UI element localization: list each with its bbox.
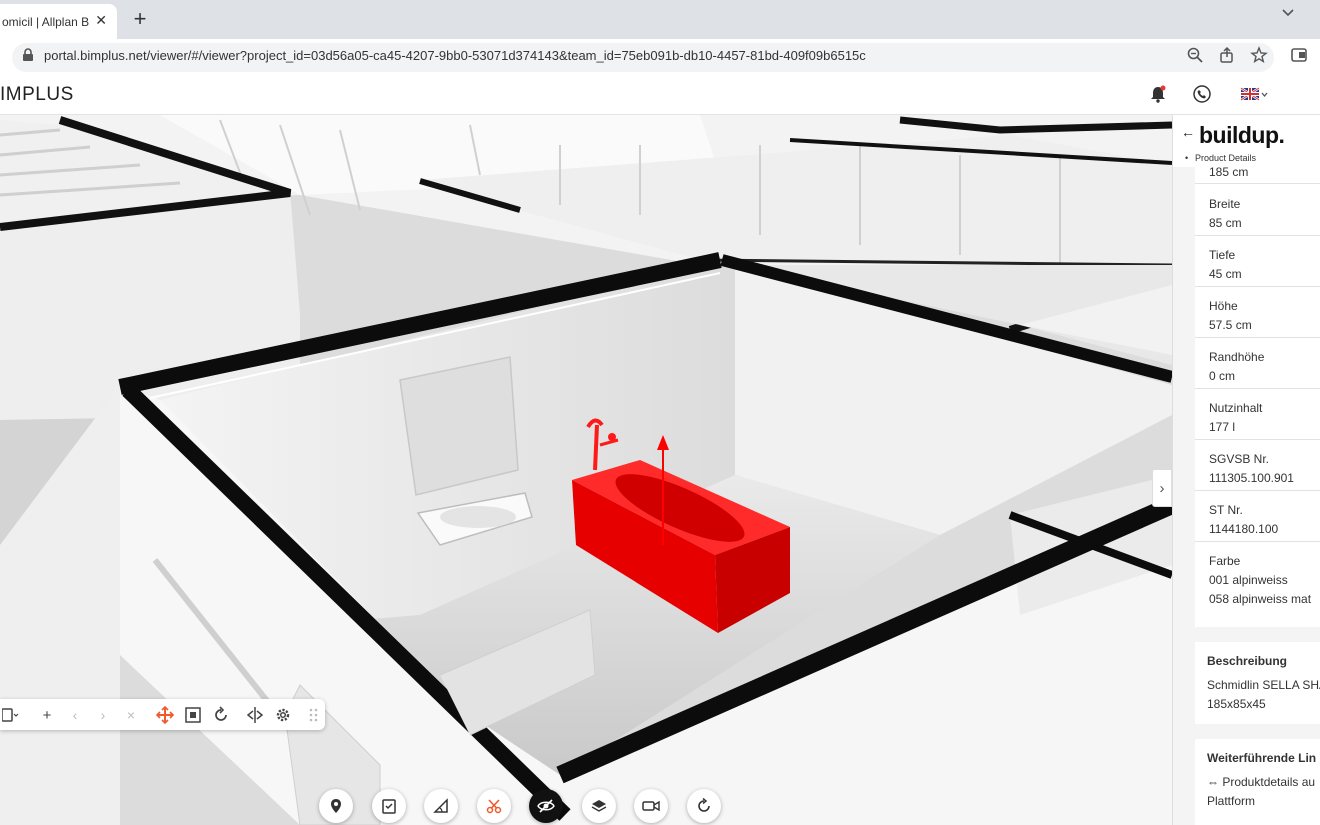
attribute-value-secondary: 058 alpinweiss mat bbox=[1209, 592, 1312, 606]
product-details-panel: 185 cm Breite 85 cm Tiefe 45 cm Höhe 57.… bbox=[1172, 115, 1320, 825]
attribute-value: 57.5 cm bbox=[1209, 318, 1252, 332]
attribute-label: SGVSB Nr. bbox=[1209, 452, 1270, 466]
app-header bbox=[0, 74, 1320, 115]
language-flag-icon[interactable] bbox=[1240, 84, 1268, 104]
browser-tab[interactable]: omicil | Allplan B ✕ bbox=[0, 4, 117, 39]
links-heading: Weiterführende Lin bbox=[1207, 751, 1317, 765]
add-button[interactable]: + bbox=[38, 706, 56, 724]
section-cut-button[interactable] bbox=[477, 789, 511, 823]
panel-collapse-button[interactable]: › bbox=[1152, 469, 1172, 507]
star-icon[interactable] bbox=[1250, 46, 1268, 64]
drag-handle-icon[interactable] bbox=[305, 706, 323, 724]
attribute-row: Höhe 57.5 cm bbox=[1195, 287, 1320, 338]
attribute-label: ST Nr. bbox=[1209, 503, 1243, 517]
description-heading: Beschreibung bbox=[1207, 654, 1288, 668]
clipboard-icon bbox=[382, 799, 396, 814]
attribute-value: 85 cm bbox=[1209, 216, 1242, 230]
attribute-value: 001 alpinweiss bbox=[1209, 573, 1288, 587]
attribute-row: Tiefe 45 cm bbox=[1195, 236, 1320, 287]
chevron-down-icon[interactable] bbox=[1280, 4, 1296, 20]
new-tab-button[interactable]: + bbox=[130, 6, 150, 32]
attribute-label: Farbe bbox=[1209, 554, 1241, 568]
attribute-row: Randhöhe 0 cm bbox=[1195, 338, 1320, 389]
attribute-value: 177 l bbox=[1209, 420, 1236, 434]
attribute-label: Höhe bbox=[1209, 299, 1238, 313]
measure-button[interactable] bbox=[424, 789, 458, 823]
brand-logo: buildup. bbox=[1199, 122, 1285, 148]
rotate-icon[interactable] bbox=[212, 706, 230, 724]
scissors-icon bbox=[486, 799, 502, 814]
app-logo[interactable]: IMPLUS bbox=[0, 84, 74, 106]
checklist-button[interactable] bbox=[372, 789, 406, 823]
visibility-toggle-button[interactable] bbox=[529, 789, 563, 823]
view-mode-icon[interactable] bbox=[2, 706, 20, 724]
attribute-value: 185 cm bbox=[1209, 165, 1249, 179]
ruler-angle-icon bbox=[433, 798, 448, 813]
phone-icon[interactable] bbox=[1192, 84, 1212, 104]
previous-button[interactable]: ‹ bbox=[66, 706, 84, 724]
scale-icon[interactable] bbox=[184, 706, 202, 724]
tab-title: omicil | Allplan B bbox=[2, 14, 90, 29]
back-arrow-icon[interactable]: ← bbox=[1181, 124, 1195, 140]
browser-tab-bar: omicil | Allplan B ✕ + bbox=[0, 0, 1320, 39]
attribute-row: Farbe 001 alpinweiss 058 alpinweiss mat bbox=[1195, 542, 1320, 627]
description-size: 185x85x45 bbox=[1207, 697, 1266, 711]
lock-icon[interactable] bbox=[22, 48, 34, 62]
viewer-toolbar: + ‹ › × bbox=[0, 699, 325, 730]
url-text[interactable]: portal.bimplus.net/viewer/#/viewer?proje… bbox=[44, 48, 866, 63]
links-card: Weiterführende Lin ⇔ Produktdetails au P… bbox=[1195, 739, 1320, 825]
location-pin-button[interactable] bbox=[319, 789, 353, 823]
tab-close-icon[interactable]: ✕ bbox=[95, 12, 107, 29]
refresh-icon bbox=[698, 798, 710, 812]
bell-icon[interactable] bbox=[1148, 84, 1168, 104]
attribute-label: Randhöhe bbox=[1209, 350, 1265, 364]
attribute-label: Nutzinhalt bbox=[1209, 401, 1263, 415]
attribute-row: ST Nr. 1144180.100 bbox=[1195, 491, 1320, 542]
attribute-value: 0 cm bbox=[1209, 369, 1236, 383]
zoom-icon[interactable] bbox=[1186, 46, 1204, 64]
description-card: Beschreibung Schmidlin SELLA SHA 185x85x… bbox=[1195, 642, 1320, 724]
extension-icon[interactable] bbox=[1290, 46, 1308, 64]
product-details-link[interactable]: ⇔ Produktdetails au bbox=[1207, 775, 1315, 789]
next-button[interactable]: › bbox=[94, 706, 112, 724]
location-pin-icon bbox=[331, 799, 341, 813]
layers-button[interactable] bbox=[582, 789, 616, 823]
attribute-row: SGVSB Nr. 111305.100.901 bbox=[1195, 440, 1320, 491]
panel-header: ← buildup. • Product Details bbox=[1173, 115, 1320, 167]
settings-gear-icon[interactable] bbox=[274, 706, 292, 724]
video-camera-icon bbox=[642, 800, 660, 812]
attribute-value: 45 cm bbox=[1209, 267, 1242, 281]
attribute-value: 111305.100.901 bbox=[1209, 471, 1294, 485]
attribute-row: Nutzinhalt 177 l bbox=[1195, 389, 1320, 440]
mirror-icon[interactable] bbox=[246, 706, 264, 724]
attribute-row: Breite 85 cm bbox=[1195, 185, 1320, 236]
description-text: Schmidlin SELLA SHA bbox=[1207, 678, 1320, 692]
subtitle-marker: • bbox=[1185, 153, 1189, 163]
layers-icon bbox=[591, 800, 607, 812]
attribute-label: Breite bbox=[1209, 197, 1241, 211]
eye-off-icon bbox=[537, 799, 555, 813]
reset-view-button[interactable] bbox=[687, 789, 721, 823]
share-icon[interactable] bbox=[1218, 46, 1236, 64]
clear-button[interactable]: × bbox=[122, 706, 140, 724]
attribute-value: 1144180.100 bbox=[1209, 522, 1279, 536]
attribute-label: Tiefe bbox=[1209, 248, 1236, 262]
move-icon[interactable] bbox=[156, 706, 174, 724]
camera-button[interactable] bbox=[634, 789, 668, 823]
product-details-link-cont[interactable]: Plattform bbox=[1207, 794, 1255, 808]
panel-subtitle: Product Details bbox=[1195, 153, 1257, 163]
